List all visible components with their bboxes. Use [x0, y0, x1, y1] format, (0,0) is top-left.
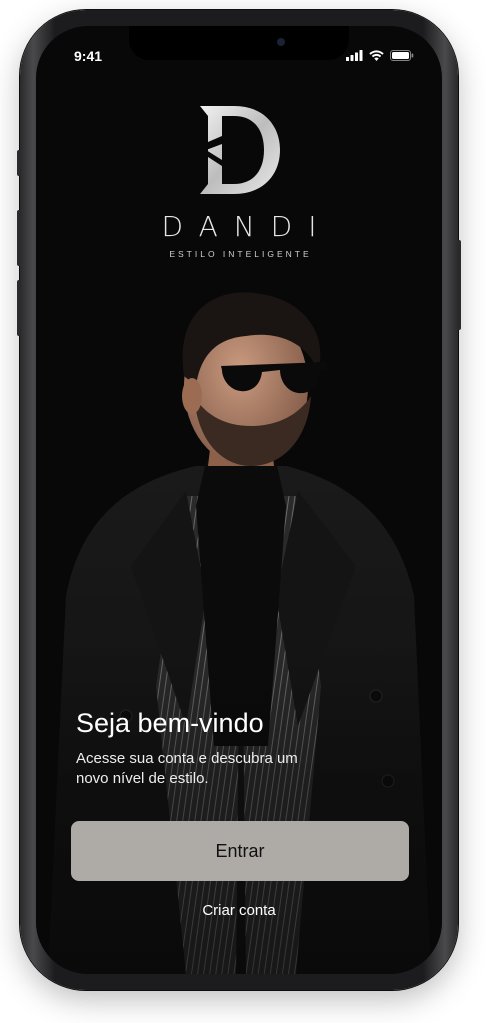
wifi-icon: [369, 50, 384, 61]
volume-up-button: [17, 150, 21, 176]
volume-down-button-2: [17, 280, 21, 336]
power-button: [457, 240, 461, 330]
create-account-link[interactable]: Criar conta: [36, 902, 442, 919]
status-time: 9:41: [74, 48, 103, 64]
status-icons: [346, 50, 414, 61]
volume-down-button: [17, 210, 21, 266]
gradient-overlay: [36, 646, 442, 974]
device-mockup: 9:41 DANDI ESTILO INTELIGENTE Seja bem-v…: [0, 0, 486, 1023]
brand-tagline: ESTILO INTELIGENTE: [169, 249, 312, 259]
battery-icon: [390, 50, 414, 61]
app-screen: 9:41 DANDI ESTILO INTELIGENTE Seja bem-v…: [36, 26, 442, 974]
monogram-d-logo: [194, 106, 280, 194]
brand-name: DANDI: [161, 210, 333, 243]
welcome-section: Seja bem-vindo Acesse sua conta e descub…: [76, 708, 326, 789]
notch: [129, 26, 349, 60]
brand-logo: DANDI ESTILO INTELIGENTE: [36, 104, 442, 259]
enter-button[interactable]: Entrar: [71, 821, 409, 881]
welcome-subtitle: Acesse sua conta e descubra um novo níve…: [76, 750, 298, 787]
camera-icon: [277, 38, 285, 46]
signal-icon: [346, 50, 363, 61]
welcome-title: Seja bem-vindo: [76, 708, 264, 738]
